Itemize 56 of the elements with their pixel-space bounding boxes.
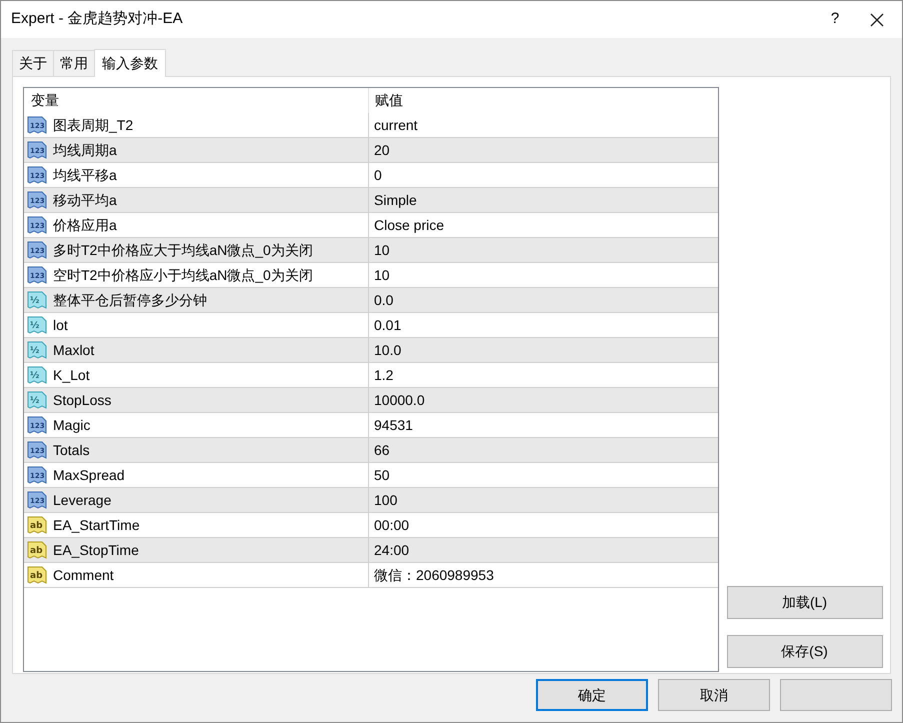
parameter-name: 移动平均a bbox=[53, 190, 117, 210]
window-title: Expert - 金虎趋势对冲-EA bbox=[11, 9, 183, 30]
parameter-value[interactable]: 0.0 bbox=[369, 288, 718, 312]
parameter-value[interactable]: Close price bbox=[369, 213, 718, 237]
side-button[interactable]: 保存(S) bbox=[726, 635, 882, 668]
string-type-icon: ab bbox=[27, 565, 47, 585]
double-type-icon: ½ bbox=[27, 315, 47, 335]
parameter-value[interactable]: 10000.0 bbox=[369, 388, 718, 412]
parameter-value[interactable]: 100 bbox=[369, 488, 718, 512]
parameter-name: lot bbox=[53, 316, 68, 334]
parameter-name: K_Lot bbox=[53, 366, 90, 385]
parameter-name: Comment bbox=[53, 566, 114, 584]
parameter-value[interactable]: 10 bbox=[369, 238, 718, 262]
parameter-value[interactable]: current bbox=[369, 113, 718, 137]
parameter-value[interactable]: 20 bbox=[369, 138, 718, 162]
parameter-name: EA_StartTime bbox=[53, 516, 140, 535]
parameter-name: 均线周期a bbox=[53, 140, 117, 160]
parameter-name: 价格应用a bbox=[53, 216, 117, 234]
string-type-icon: ab bbox=[27, 515, 47, 535]
parameter-value[interactable]: 94531 bbox=[369, 413, 718, 437]
parameter-name: 图表周期_T2 bbox=[53, 116, 134, 135]
parameter-name: Leverage bbox=[53, 490, 112, 510]
double-type-icon: ½ bbox=[27, 390, 47, 410]
tab[interactable]: 输入参数 bbox=[94, 49, 166, 77]
parameter-value[interactable]: 0 bbox=[369, 163, 718, 187]
double-type-icon: ½ bbox=[27, 340, 47, 360]
parameter-value[interactable]: 66 bbox=[369, 438, 718, 462]
help-button[interactable]: ? bbox=[820, 8, 850, 31]
parameter-name: 多时T2中价格应大于均线aN微点_0为关闭 bbox=[53, 240, 313, 260]
column-header[interactable]: 赋值 bbox=[369, 88, 718, 113]
parameter-value[interactable]: 50 bbox=[369, 463, 718, 487]
parameter-name: 空时T2中价格应小于均线aN微点_0为关闭 bbox=[53, 266, 313, 285]
parameter-value[interactable]: 24:00 bbox=[369, 538, 718, 562]
parameter-value[interactable]: 0.01 bbox=[369, 313, 718, 337]
parameter-name: Totals bbox=[53, 440, 90, 460]
parameter-value[interactable]: Simple bbox=[369, 188, 718, 212]
side-button[interactable]: 加载(L) bbox=[726, 586, 882, 619]
dialog-button[interactable]: 确定 bbox=[536, 679, 648, 711]
parameter-name: Magic bbox=[53, 416, 90, 435]
tab[interactable]: 关于 bbox=[12, 50, 54, 76]
parameter-name: 整体平仓后暂停多少分钟 bbox=[53, 290, 207, 310]
parameter-value[interactable]: 1.2 bbox=[369, 363, 718, 387]
parameter-name: EA_StopTime bbox=[53, 540, 139, 560]
parameter-name: Maxlot bbox=[53, 340, 94, 360]
double-type-icon: ½ bbox=[27, 290, 47, 310]
parameter-value[interactable]: 10 bbox=[369, 263, 718, 287]
parameter-name: 均线平移a bbox=[53, 166, 117, 184]
dialog-button[interactable]: 取消 bbox=[658, 679, 770, 711]
parameter-name: MaxSpread bbox=[53, 466, 125, 485]
parameter-value[interactable]: 微信：2060989953 bbox=[369, 563, 718, 587]
string-type-icon: ab bbox=[27, 540, 47, 560]
parameter-value[interactable]: 00:00 bbox=[369, 513, 718, 537]
close-icon[interactable] bbox=[870, 12, 884, 26]
double-type-icon: ½ bbox=[27, 365, 47, 385]
parameter-value[interactable]: 10.0 bbox=[369, 338, 718, 362]
parameter-name: StopLoss bbox=[53, 390, 112, 410]
